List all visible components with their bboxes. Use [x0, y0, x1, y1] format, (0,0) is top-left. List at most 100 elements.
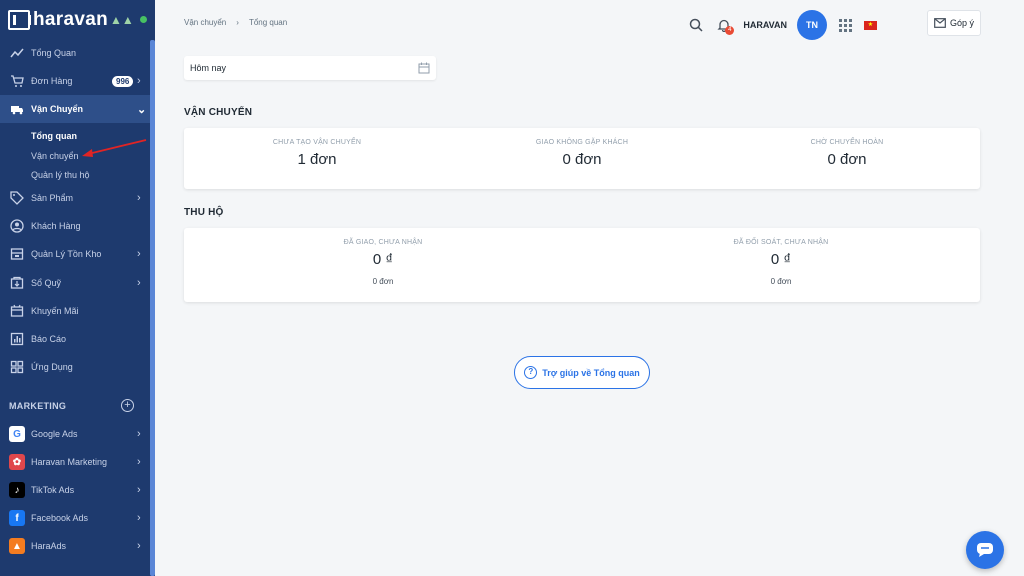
marketing-section-label: MARKETING: [9, 401, 67, 411]
stat-label: ĐÃ ĐỐI SOÁT, CHƯA NHẬN: [733, 239, 829, 246]
stat-label: ĐÃ GIAO, CHƯA NHẬN: [343, 239, 423, 246]
topbar-actions: 4 HARAVAN TN ★: [687, 10, 889, 40]
sidebar-item-orders[interactable]: Đơn Hàng 996 ›: [0, 67, 150, 95]
help-button-label: Trợ giúp về Tổng quan: [542, 367, 640, 378]
sidebar-item-overview[interactable]: Tổng Quan: [0, 39, 150, 67]
sidebar-item-label: Vận Chuyển: [31, 104, 84, 114]
question-circle-icon: ?: [524, 366, 538, 379]
breadcrumb: Vận chuyển › Tổng quan: [184, 18, 287, 27]
sidebar-scrollbar[interactable]: [150, 40, 155, 576]
haravan-logo[interactable]: haravan ▲▲: [8, 9, 134, 31]
sidebar-item-reports[interactable]: Báo Cáo: [0, 325, 150, 353]
breadcrumb-overview: Tổng quan: [248, 18, 288, 27]
breadcrumb-shipping[interactable]: Vận chuyển: [184, 18, 226, 27]
sidebar-item-google-ads[interactable]: G Google Ads ›: [0, 420, 150, 448]
chevron-right-icon: ›: [137, 248, 141, 260]
sidebar-item-haraads[interactable]: ▲ HaraAds ›: [0, 532, 150, 560]
sidebar-item-customers[interactable]: Khách Hàng: [0, 212, 150, 240]
chevron-right-icon: ›: [137, 277, 141, 289]
facebook-icon: f: [9, 510, 25, 526]
trend-line-icon: [10, 46, 24, 60]
online-status-dot: [140, 16, 147, 23]
stat-delivered-not-received[interactable]: ĐÃ GIAO, CHƯA NHẬN 0 ₫ 0 đơn: [184, 239, 582, 286]
sidebar-item-products[interactable]: Sản Phẩm ›: [0, 184, 150, 212]
sidebar-item-label: Ứng Dụng: [31, 362, 73, 372]
tiktok-icon: ♪: [9, 482, 25, 498]
cart-icon: [10, 74, 24, 88]
stat-value: 0 ₫: [770, 251, 792, 268]
chevron-right-icon: ›: [137, 75, 141, 87]
mail-icon: [934, 18, 946, 28]
sidebar-item-label: Haravan Marketing: [31, 457, 108, 467]
red-arrow-annotation: [82, 139, 147, 157]
stat-awaiting-return[interactable]: CHỜ CHUYỂN HOÀN 0 đơn: [714, 139, 980, 168]
sidebar-item-apps[interactable]: Ứng Dụng: [0, 353, 150, 381]
add-marketing-channel-icon[interactable]: +: [121, 399, 134, 412]
sidebar-item-label: Sản Phẩm: [31, 193, 74, 203]
sidebar-item-label: Tổng Quan: [31, 48, 77, 58]
app-grid-icon[interactable]: [839, 18, 852, 32]
sidebar-item-haravan-marketing[interactable]: ✿ Haravan Marketing ›: [0, 448, 150, 476]
vietnam-flag-icon[interactable]: ★: [864, 20, 877, 30]
shipping-section-title: VẬN CHUYỂN: [184, 107, 253, 118]
inventory-icon: [10, 247, 24, 261]
user-circle-icon: [10, 219, 24, 233]
bell-icon[interactable]: 4: [715, 16, 735, 35]
sidebar-item-label: Facebook Ads: [31, 513, 89, 523]
cod-stats-card: ĐÃ GIAO, CHƯA NHẬN 0 ₫ 0 đơn ĐÃ ĐỐI SOÁT…: [184, 228, 980, 302]
sub-item-cod-management[interactable]: Quản lý thu hộ: [31, 170, 90, 180]
chevron-right-icon: ›: [137, 456, 141, 468]
date-filter-value: Hôm nay: [190, 63, 227, 73]
sidebar-item-inventory[interactable]: Quản Lý Tồn Kho ›: [0, 240, 150, 268]
chevron-right-icon: ›: [137, 540, 141, 552]
stat-delivery-failed[interactable]: GIAO KHÔNG GẶP KHÁCH 0 đơn: [449, 139, 715, 168]
stat-subvalue: 0 đơn: [372, 277, 394, 286]
haravan-marketing-icon: ✿: [9, 454, 25, 470]
sidebar-item-promotions[interactable]: Khuyến Mãi: [0, 297, 150, 325]
apps-icon: [10, 360, 24, 374]
stat-not-created[interactable]: CHƯA TẠO VẬN CHUYỂN 1 đơn: [184, 139, 450, 168]
cashbook-icon: [10, 276, 24, 290]
sub-item-shipping[interactable]: Vận chuyển: [31, 151, 79, 161]
help-overview-button[interactable]: ? Trợ giúp về Tổng quan: [514, 356, 650, 389]
search-icon[interactable]: [687, 16, 705, 34]
sub-item-overview[interactable]: Tổng quan: [31, 131, 77, 141]
chevron-right-icon: ›: [137, 512, 141, 524]
sidebar-item-label: Sổ Quỹ: [31, 278, 62, 288]
sidebar-item-cashbook[interactable]: Sổ Quỹ ›: [0, 269, 150, 297]
stat-label: CHỜ CHUYỂN HOÀN: [810, 139, 884, 146]
sidebar: haravan ▲▲ Tổng Quan Đơn Hàng 996 › Vận …: [0, 0, 155, 576]
stat-value: 0 ₫: [372, 251, 394, 268]
store-name[interactable]: HARAVAN: [743, 20, 787, 30]
sidebar-item-label: Khách Hàng: [31, 221, 81, 231]
chat-bubble-icon: [977, 543, 993, 557]
google-icon: G: [9, 426, 25, 442]
report-icon: [10, 332, 24, 346]
feedback-button[interactable]: Góp ý: [927, 10, 981, 36]
avatar[interactable]: TN: [797, 10, 827, 40]
sidebar-item-label: Báo Cáo: [31, 334, 67, 344]
chevron-right-icon: ›: [137, 192, 141, 204]
stat-label: CHƯA TẠO VẬN CHUYỂN: [272, 139, 362, 146]
stat-label: GIAO KHÔNG GẶP KHÁCH: [535, 139, 629, 146]
sidebar-item-label: HaraAds: [31, 541, 67, 551]
logo-mark-icon: [8, 10, 31, 30]
chat-support-button[interactable]: [966, 531, 1004, 569]
shipping-stats-card: CHƯA TẠO VẬN CHUYỂN 1 đơn GIAO KHÔNG GẶP…: [184, 128, 980, 189]
sidebar-item-label: TikTok Ads: [31, 485, 75, 495]
stat-reconciled-not-received[interactable]: ĐÃ ĐỐI SOÁT, CHƯA NHẬN 0 ₫ 0 đơn: [582, 239, 980, 286]
notification-badge: 4: [725, 26, 735, 35]
chevron-down-icon: ⌄: [137, 103, 147, 116]
tree-icon: ▲▲: [109, 13, 134, 27]
calendar-icon: [418, 62, 430, 74]
cod-section-title: THU HỘ: [184, 207, 224, 218]
sidebar-item-label: Google Ads: [31, 429, 78, 439]
stat-value: 0 đơn: [562, 151, 602, 168]
sidebar-item-label: Khuyến Mãi: [31, 306, 79, 316]
sidebar-item-shipping[interactable]: Vận Chuyển ⌄: [0, 95, 150, 123]
date-filter-input[interactable]: Hôm nay: [184, 56, 436, 80]
sidebar-item-facebook-ads[interactable]: f Facebook Ads ›: [0, 504, 150, 532]
promotion-icon: [10, 304, 24, 318]
tag-icon: [10, 191, 24, 205]
sidebar-item-tiktok-ads[interactable]: ♪ TikTok Ads ›: [0, 476, 150, 504]
